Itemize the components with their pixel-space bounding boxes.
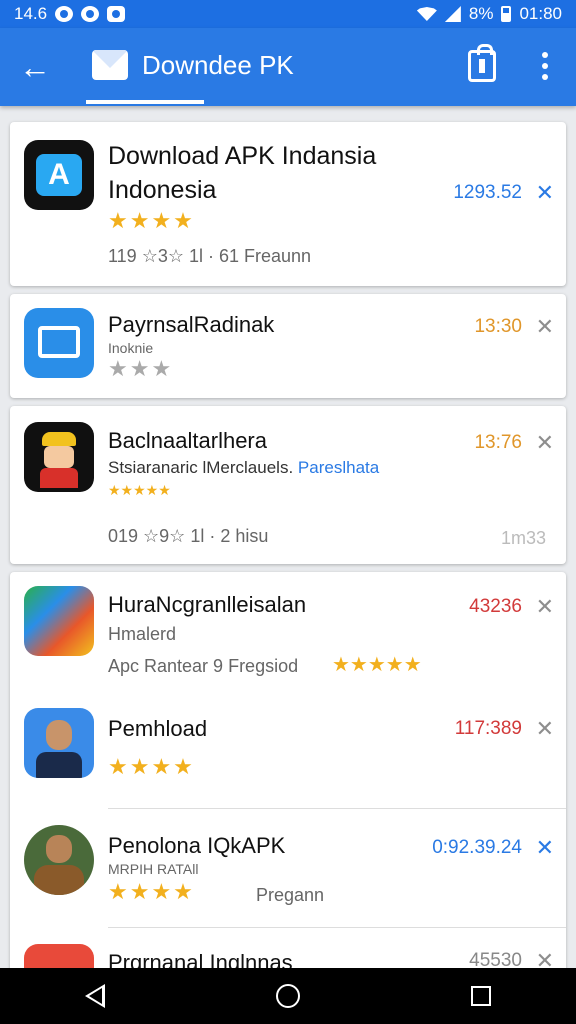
app-sub-link[interactable]: Pareslhata xyxy=(298,458,379,477)
page-title: Downdee PK xyxy=(142,50,294,80)
status-time-left: 14.6 xyxy=(14,4,48,23)
wifi-icon xyxy=(416,7,437,21)
status-clock: 01:80 xyxy=(519,4,562,23)
download-size: 117:389 xyxy=(454,718,522,739)
app-name: Penolona IQkAPK xyxy=(108,833,286,858)
app-card[interactable]: Baclnaaltarlhera Stsiaranaric lMerclauel… xyxy=(10,406,566,564)
active-tab-indicator xyxy=(86,100,204,104)
app-name: Pemhload xyxy=(108,716,208,741)
battery-percent: 8% xyxy=(468,4,494,23)
app-icon xyxy=(24,308,94,378)
app-sub: Hmalerd xyxy=(108,624,177,644)
list-item[interactable]: HuraNcgranlleisalan Hmalerd Apc Rantear … xyxy=(10,572,566,690)
list-item[interactable]: Prgrnanal Inglnnas 45530 ✕ xyxy=(10,928,566,972)
app-icon xyxy=(24,422,94,492)
close-icon[interactable]: ✕ xyxy=(536,432,554,454)
app-list-card: HuraNcgranlleisalan Hmalerd Apc Rantear … xyxy=(10,572,566,972)
app-icon: A xyxy=(24,140,94,210)
close-icon[interactable]: ✕ xyxy=(536,596,554,618)
app-meta: Pregann xyxy=(256,885,325,905)
app-sub-text: Stsiaranaric lMerclauels. xyxy=(108,458,294,477)
app-sub: Stsiaranaric lMerclauels. Pareslhata xyxy=(108,458,379,478)
rating-stars: ★★★★★ xyxy=(332,654,422,676)
app-meta: 019 ☆9☆ 1l · 2 hisu xyxy=(108,526,269,546)
arrow-left-icon[interactable]: ← xyxy=(18,50,52,84)
rating-stars: ★★★★ xyxy=(108,754,195,779)
close-icon[interactable]: ✕ xyxy=(536,718,554,740)
more-vert-icon[interactable] xyxy=(534,50,556,82)
app-name-line2: Indonesia xyxy=(108,176,217,204)
app-icon xyxy=(24,825,94,895)
system-nav-bar xyxy=(0,968,576,1024)
app-name: Download APK Indansia xyxy=(108,142,377,170)
signal-icon xyxy=(444,6,461,22)
app-card[interactable]: PayrnsalRadinak Inoknie ★★★ 13:30 ✕ xyxy=(10,294,566,398)
status-bar: 14.6 8% 01:80 xyxy=(0,0,576,28)
nav-back-icon[interactable] xyxy=(85,984,106,1008)
download-size: 13:76 xyxy=(474,432,522,453)
app-meta: Apc Rantear 9 Fregsiod xyxy=(108,656,299,676)
notification-icon xyxy=(81,6,100,22)
nav-home-icon[interactable] xyxy=(275,984,300,1008)
app-name: PayrnsalRadinak xyxy=(108,312,275,337)
app-name: HuraNcgranlleisalan xyxy=(108,592,307,617)
download-size: 0:92.39.24 xyxy=(432,837,522,858)
battery-icon xyxy=(501,6,512,22)
rating-stars: ★★★★ xyxy=(108,879,195,904)
app-sub: MRPIH RATAll xyxy=(108,861,199,877)
app-sub: Inoknie xyxy=(108,340,154,356)
list-item[interactable]: Pemhload ★★★★ 117:389 ✕ xyxy=(10,690,566,808)
shopping-bag-icon[interactable] xyxy=(468,44,496,82)
mail-icon[interactable] xyxy=(92,50,128,80)
close-icon[interactable]: ✕ xyxy=(536,182,554,204)
app-icon xyxy=(24,708,94,778)
notification-icon xyxy=(107,6,126,22)
app-meta: 119 ☆3☆ 1l · 61 Freaunn xyxy=(108,246,312,266)
download-size: 13:30 xyxy=(474,316,522,337)
app-icon xyxy=(24,586,94,656)
app-meta-right: 1m33 xyxy=(500,528,546,548)
rating-stars: ★★★ xyxy=(108,356,174,381)
app-card[interactable]: A Download APK Indansia Indonesia ★★★★ 1… xyxy=(10,122,566,286)
list-item[interactable]: Penolona IQkAPK MRPIH RATAll ★★★★ Pregan… xyxy=(10,809,566,927)
close-icon[interactable]: ✕ xyxy=(536,316,554,338)
notification-icon xyxy=(55,6,74,22)
app-name: Baclnaaltarlhera xyxy=(108,428,267,453)
close-icon[interactable]: ✕ xyxy=(536,837,554,859)
download-size: 1293.52 xyxy=(453,182,522,203)
rating-stars: ★★★★ xyxy=(108,208,195,233)
rating-stars: ★★★★★ xyxy=(108,482,171,498)
download-size: 43236 xyxy=(469,596,522,617)
app-bar: ← Downdee PK xyxy=(0,28,576,106)
nav-recent-icon[interactable] xyxy=(470,986,491,1006)
